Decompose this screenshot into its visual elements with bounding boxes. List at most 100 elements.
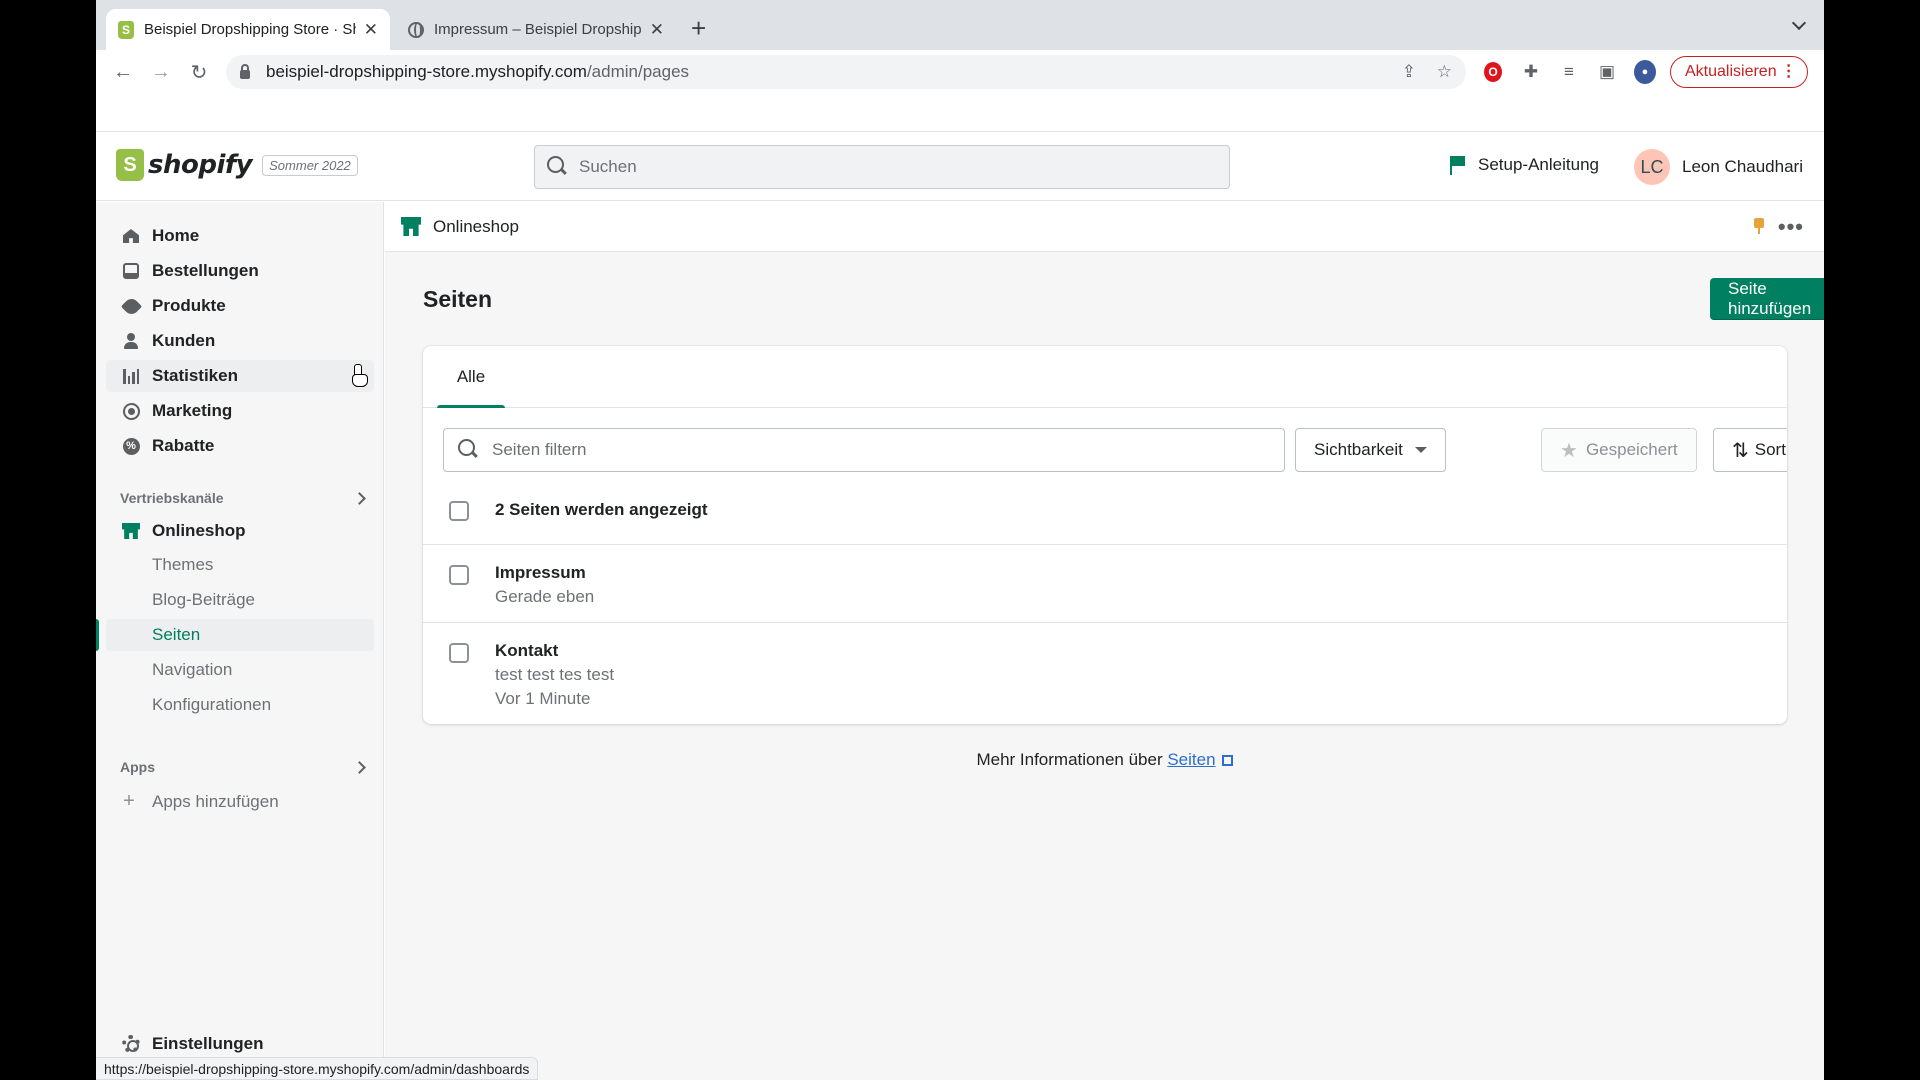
sort-button[interactable]: ⇅ Sortieren [1713, 428, 1787, 472]
hand-cursor-icon [350, 364, 368, 387]
visibility-dropdown[interactable]: Sichtbarkeit [1295, 428, 1446, 472]
sidebar-subitem-navigation[interactable]: Navigation [106, 654, 374, 686]
pages-help-link[interactable]: Seiten [1167, 750, 1215, 769]
user-name: Leon Chaudhari [1682, 157, 1803, 176]
search-icon [547, 156, 567, 176]
sidebar-item-analytics[interactable]: Statistiken [106, 360, 374, 392]
row-checkbox[interactable] [449, 565, 469, 585]
main-content: Onlineshop ••• Seiten Seite hinzufügen A… [385, 202, 1824, 1080]
filter-placeholder: Seiten filtern [492, 440, 587, 459]
share-icon[interactable]: ⇪ [1402, 62, 1416, 82]
close-icon[interactable]: ✕ [650, 20, 664, 40]
browser-toolbar: ← → ↻ beispiel-dropshipping-store.myshop… [96, 50, 1824, 94]
tab-all[interactable]: Alle [437, 346, 505, 408]
sidebar-item-label: Bestellungen [152, 261, 259, 280]
back-icon[interactable]: ← [110, 59, 136, 85]
extensions-puzzle-icon[interactable]: ✚ [1520, 61, 1542, 83]
page-name[interactable]: Impressum [495, 563, 586, 583]
add-page-button[interactable]: Seite hinzufügen [1710, 278, 1824, 320]
analytics-icon [120, 368, 142, 384]
orders-icon [120, 263, 142, 279]
sort-label: Sortieren [1754, 440, 1787, 459]
row-checkbox[interactable] [449, 643, 469, 663]
sidebar-subitem-blog-posts[interactable]: Blog-Beiträge [106, 584, 374, 616]
sidebar-item-label: Produkte [152, 296, 226, 315]
tab-strip: S Beispiel Dropshipping Store · Sh ✕ Imp… [96, 0, 1824, 50]
shopify-topbar: S shopify Sommer 2022 Suchen Setup-Anlei… [96, 133, 1824, 201]
profile-avatar-icon[interactable]: ● [1634, 60, 1656, 84]
customer-icon [120, 333, 142, 349]
saved-button[interactable]: ★ Gespeichert [1541, 428, 1697, 472]
page-meta: Gerade eben [495, 587, 595, 606]
status-bar-url: https://beispiel-dropshipping-store.mysh… [96, 1057, 539, 1080]
sidebar-item-label: Rabatte [152, 436, 215, 455]
sidebar-item-label: Kunden [152, 331, 216, 350]
caret-down-icon [1414, 447, 1427, 453]
filter-pages-input[interactable]: Seiten filtern [443, 428, 1285, 472]
saved-label: Gespeichert [1585, 440, 1678, 459]
sidebar-item-discounts[interactable]: Rabatte [106, 430, 374, 462]
sidebar-item-marketing[interactable]: Marketing [106, 395, 374, 427]
add-apps-link[interactable]: + Apps hinzufügen [120, 790, 279, 813]
sidebar-item-label: Statistiken [152, 366, 238, 385]
apps-heading[interactable]: Apps [120, 759, 374, 775]
select-all-checkbox[interactable] [449, 501, 469, 521]
sidebar-item-customers[interactable]: Kunden [106, 325, 374, 357]
forward-icon[interactable]: → [148, 59, 174, 85]
opera-extension-icon[interactable]: O [1482, 61, 1504, 83]
section-heading-label: Vertriebskanäle [120, 490, 224, 506]
chevron-right-icon [353, 760, 366, 774]
close-icon[interactable]: ✕ [364, 20, 378, 40]
table-row[interactable]: Kontakt test test tes test Vor 1 Minute [423, 622, 1787, 724]
url-path: /admin/pages [586, 62, 690, 81]
sidebar-item-home[interactable]: Home [106, 220, 374, 252]
channel-header: Onlineshop ••• [385, 202, 1824, 252]
result-count: 2 Seiten werden angezeigt [495, 500, 708, 519]
side-panel-icon[interactable]: ▣ [1596, 61, 1618, 83]
sidebar-item-orders[interactable]: Bestellungen [106, 255, 374, 287]
search-input[interactable]: Suchen [534, 145, 1230, 189]
sidebar-item-label: Home [152, 226, 200, 245]
more-info-text: Mehr Informationen über [976, 750, 1163, 769]
avatar: LC [1634, 149, 1670, 185]
tab-bar: Alle [423, 346, 1787, 408]
sales-channels-heading[interactable]: Vertriebskanäle [120, 490, 374, 506]
reload-icon[interactable]: ↻ [186, 59, 212, 85]
browser-tab-impressum[interactable]: Impressum – Beispiel Dropshipping ✕ [396, 9, 676, 50]
edition-badge: Sommer 2022 [262, 154, 358, 176]
sidebar-item-products[interactable]: Produkte [106, 290, 374, 322]
user-menu[interactable]: LC Leon Chaudhari [1634, 149, 1803, 185]
url-host: beispiel-dropshipping-store.myshopify.co… [266, 62, 587, 81]
update-label: Aktualisieren [1685, 63, 1777, 80]
sidebar-subitem-pages[interactable]: Seiten [96, 619, 374, 651]
chevron-down-icon[interactable] [1791, 15, 1807, 31]
address-bar[interactable]: beispiel-dropshipping-store.myshopify.co… [226, 55, 1466, 89]
page-meta: test test tes test [495, 665, 615, 684]
sidebar-item-settings[interactable]: Einstellungen [106, 1028, 374, 1060]
page-name[interactable]: Kontakt [495, 641, 558, 661]
tag-icon [120, 295, 142, 317]
sidebar-subitem-preferences[interactable]: Konfigurationen [106, 689, 374, 721]
pin-icon[interactable] [1754, 218, 1764, 234]
external-link-icon [1221, 755, 1233, 766]
search-placeholder: Suchen [579, 157, 637, 176]
shopify-bag-icon: S [118, 20, 134, 39]
sidebar-item-online-store[interactable]: Onlineshop [106, 515, 374, 547]
tab-title: Impressum – Beispiel Dropshipping [434, 21, 642, 38]
page-meta: Vor 1 Minute [495, 689, 591, 708]
channel-name: Onlineshop [433, 216, 520, 236]
media-control-icon[interactable]: ≡ [1558, 61, 1580, 83]
more-horizontal-icon[interactable]: ••• [1778, 214, 1804, 240]
table-row[interactable]: Impressum Gerade eben [423, 544, 1787, 622]
browser-tab-shopify[interactable]: S Beispiel Dropshipping Store · Sh ✕ [106, 9, 390, 50]
sidebar-subitem-themes[interactable]: Themes [106, 549, 374, 581]
sidebar-subitem-label: Seiten [152, 625, 201, 644]
new-tab-icon[interactable]: + [691, 13, 706, 43]
shopify-logo[interactable]: S shopify Sommer 2022 [116, 149, 358, 181]
sidebar-subitem-label: Themes [152, 555, 214, 574]
setup-guide-link[interactable]: Setup-Anleitung [1450, 155, 1599, 175]
section-heading-label: Apps [120, 759, 155, 775]
sidebar-item-label: Einstellungen [152, 1034, 264, 1053]
star-icon[interactable]: ☆ [1437, 62, 1452, 82]
update-button[interactable]: Aktualisieren ⋮ [1670, 56, 1808, 88]
